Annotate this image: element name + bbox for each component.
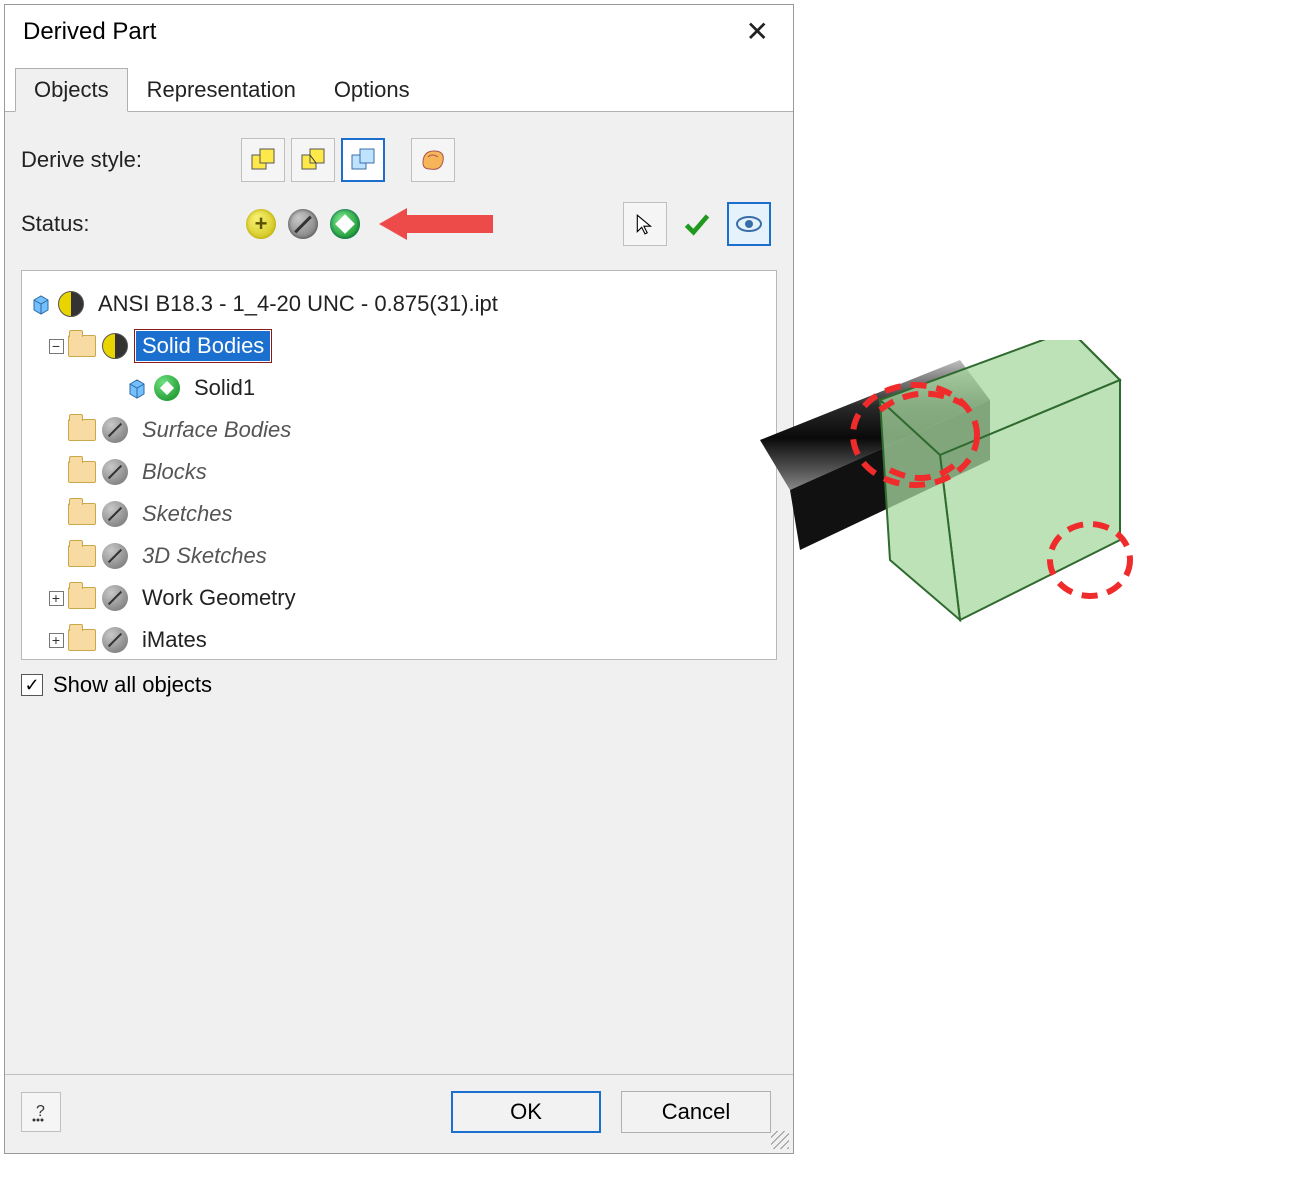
folder-icon	[68, 629, 96, 651]
tree-label: Solid Bodies	[136, 331, 270, 361]
dialog-footer: ? OK Cancel	[5, 1074, 793, 1153]
derive-style-single-composite-icon[interactable]	[411, 138, 455, 182]
status-exclude-icon	[102, 417, 128, 443]
select-mode-cursor-icon[interactable]	[623, 202, 667, 246]
status-include-icon	[154, 375, 180, 401]
folder-icon	[68, 419, 96, 441]
tree-item-sketches[interactable]: Sketches	[30, 493, 768, 535]
tree-root-label: ANSI B18.3 - 1_4-20 UNC - 0.875(31).ipt	[92, 289, 504, 319]
object-tree[interactable]: ANSI B18.3 - 1_4-20 UNC - 0.875(31).ipt …	[21, 270, 777, 660]
tree-label: 3D Sketches	[136, 541, 273, 571]
viewport-3d-preview	[760, 340, 1180, 670]
tab-bar: Objects Representation Options	[5, 66, 793, 112]
folder-icon	[68, 503, 96, 525]
part-cube-icon	[30, 293, 52, 315]
expander-icon[interactable]: −	[49, 339, 64, 354]
folder-icon	[68, 461, 96, 483]
annotation-arrow-icon	[379, 208, 493, 240]
tree-label: Solid1	[188, 373, 261, 403]
ok-button[interactable]: OK	[451, 1091, 601, 1133]
status-exclude-icon	[102, 501, 128, 527]
status-mixed-icon	[102, 333, 128, 359]
folder-icon	[68, 335, 96, 357]
tree-label: iMates	[136, 625, 213, 655]
tab-objects[interactable]: Objects	[15, 68, 128, 112]
status-exclude-icon	[102, 459, 128, 485]
expander-icon[interactable]: +	[49, 591, 64, 606]
tree-label: Surface Bodies	[136, 415, 297, 445]
close-button[interactable]: ✕	[736, 15, 779, 48]
tree-item-solid-bodies[interactable]: − Solid Bodies	[30, 325, 768, 367]
derive-style-row: Derive style:	[21, 138, 777, 182]
tree-item-blocks[interactable]: Blocks	[30, 451, 768, 493]
tab-options[interactable]: Options	[315, 68, 429, 112]
derive-style-buttons	[241, 138, 455, 182]
derive-style-solid-merge-icon[interactable]	[241, 138, 285, 182]
tree-root[interactable]: ANSI B18.3 - 1_4-20 UNC - 0.875(31).ipt	[30, 283, 768, 325]
status-include-icon[interactable]: +	[241, 204, 281, 244]
derive-style-label: Derive style:	[21, 147, 241, 173]
show-all-objects-checkbox[interactable]: ✓	[21, 674, 43, 696]
resize-grip-icon[interactable]	[771, 1131, 789, 1149]
selection-mode-buttons	[623, 202, 771, 246]
tree-label: Sketches	[136, 499, 239, 529]
tree-item-imates[interactable]: + iMates	[30, 619, 768, 660]
cancel-button[interactable]: Cancel	[621, 1091, 771, 1133]
dialog-body: Derive style:	[5, 112, 793, 1074]
derived-part-dialog: Derived Part ✕ Objects Representation Op…	[4, 4, 794, 1154]
derive-style-body-as-work-surface-icon[interactable]	[341, 138, 385, 182]
dialog-title: Derived Part	[23, 18, 156, 46]
tree-label: Blocks	[136, 457, 213, 487]
tree-item-3d-sketches[interactable]: 3D Sketches	[30, 535, 768, 577]
status-label: Status:	[21, 211, 241, 237]
svg-text:?: ?	[36, 1103, 45, 1120]
tree-item-solid1[interactable]: Solid1	[30, 367, 768, 409]
expander-icon[interactable]: +	[49, 633, 64, 648]
show-all-objects-row: ✓ Show all objects	[21, 672, 777, 698]
show-all-objects-label: Show all objects	[53, 672, 212, 698]
folder-icon	[68, 587, 96, 609]
status-exclude-icon	[102, 585, 128, 611]
status-exclude-icon	[102, 627, 128, 653]
solid-cube-icon	[126, 377, 148, 399]
derive-style-solid-seams-icon[interactable]	[291, 138, 335, 182]
tree-label: Work Geometry	[136, 583, 302, 613]
tree-item-work-geometry[interactable]: + Work Geometry	[30, 577, 768, 619]
titlebar: Derived Part ✕	[5, 5, 793, 66]
tree-item-surface-bodies[interactable]: Surface Bodies	[30, 409, 768, 451]
status-mixed-icon	[58, 291, 84, 317]
status-bounding-icon[interactable]	[325, 204, 365, 244]
preview-visibility-icon[interactable]	[727, 202, 771, 246]
help-button[interactable]: ?	[21, 1092, 61, 1132]
status-exclude-icon[interactable]	[283, 204, 323, 244]
status-buttons: +	[241, 204, 365, 244]
accept-selection-icon[interactable]	[675, 202, 719, 246]
tab-representation[interactable]: Representation	[128, 68, 315, 112]
status-row: Status: +	[21, 202, 777, 246]
status-exclude-icon	[102, 543, 128, 569]
folder-icon	[68, 545, 96, 567]
